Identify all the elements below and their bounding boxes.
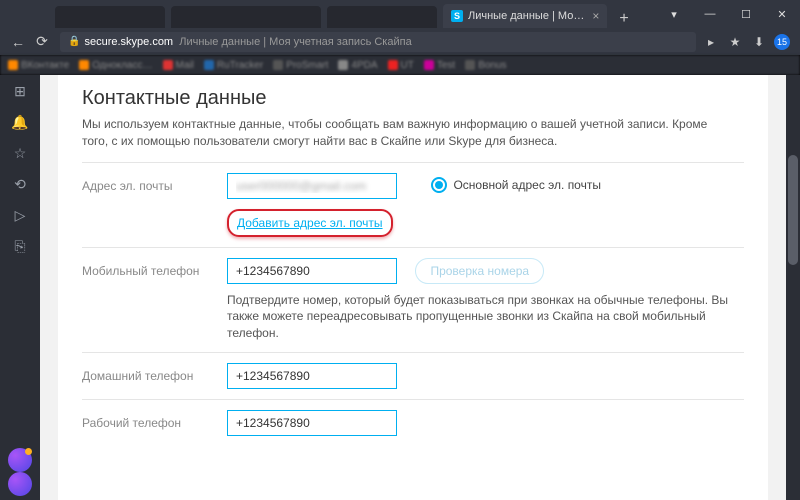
tab-title: Личные данные | Мо…	[468, 10, 584, 22]
skype-favicon: S	[451, 10, 463, 22]
maximize-icon[interactable]: ☐	[728, 0, 764, 28]
email-row: Адрес эл. почты Основной адрес эл. почты…	[82, 162, 744, 247]
mobile-note: Подтвердите номер, который будет показыв…	[227, 292, 744, 342]
browser-chrome: S Личные данные | Мо… × + ▾ — ☐ ✕ ← ⟳ 🔒 …	[0, 0, 800, 55]
radio-icon	[431, 177, 447, 193]
work-phone-input[interactable]	[227, 410, 397, 436]
bell-icon[interactable]: 🔔	[11, 114, 28, 131]
lock-icon: 🔒	[68, 36, 80, 47]
tab-inactive[interactable]	[171, 6, 321, 28]
bookmark-bar: ВКонтакте Однокласс… Mail RuTracker ProS…	[0, 55, 800, 75]
page-intro: Мы используем контактные данные, чтобы с…	[82, 116, 722, 150]
verify-number-button[interactable]: Проверка номера	[415, 258, 544, 284]
browser-side-rail: ⊞ 🔔 ☆ ⟲ ▷ ⎘	[0, 75, 40, 500]
avatar[interactable]	[8, 472, 32, 496]
star-icon[interactable]: ☆	[14, 145, 27, 162]
new-tab-button[interactable]: +	[611, 10, 636, 28]
page-title: Контактные данные	[82, 87, 744, 110]
bookmark-icon[interactable]: ★	[726, 33, 744, 51]
primary-email-radio[interactable]: Основной адрес эл. почты	[431, 177, 601, 193]
notification-dot	[25, 448, 32, 455]
tab-inactive[interactable]	[327, 6, 437, 28]
close-window-icon[interactable]: ✕	[764, 0, 800, 28]
download-icon[interactable]: ⬇	[750, 33, 768, 51]
content-card: Контактные данные Мы используем контактн…	[58, 75, 768, 500]
download-count-badge[interactable]: 15	[774, 34, 790, 50]
email-input[interactable]	[227, 173, 397, 199]
reload-button[interactable]: ⟳	[30, 30, 54, 54]
window-controls: ▾ — ☐ ✕	[656, 0, 800, 28]
home-phone-row: Домашний телефон	[82, 352, 744, 399]
back-button[interactable]: ←	[6, 30, 30, 54]
address-path: Личные данные | Моя учетная запись Скайп…	[173, 36, 412, 48]
extension-icon[interactable]: ▸	[702, 33, 720, 51]
home-phone-label: Домашний телефон	[82, 363, 227, 383]
add-email-link[interactable]: Добавить адрес эл. почты	[237, 216, 383, 230]
apps-icon[interactable]: ⊞	[14, 83, 26, 100]
window-dropdown-icon[interactable]: ▾	[656, 0, 692, 28]
scrollbar-thumb[interactable]	[788, 155, 798, 265]
email-label: Адрес эл. почты	[82, 173, 227, 193]
close-tab-icon[interactable]: ×	[592, 9, 599, 23]
work-phone-label: Рабочий телефон	[82, 410, 227, 430]
device-icon[interactable]: ⎘	[14, 238, 25, 255]
mobile-input[interactable]	[227, 258, 397, 284]
play-icon[interactable]: ▷	[15, 207, 26, 224]
tab-active[interactable]: S Личные данные | Мо… ×	[443, 4, 607, 28]
work-phone-row: Рабочий телефон	[82, 399, 744, 446]
address-domain: secure.skype.com	[84, 36, 173, 48]
add-email-highlight: Добавить адрес эл. почты	[227, 209, 393, 237]
home-phone-input[interactable]	[227, 363, 397, 389]
mobile-row: Мобильный телефон Проверка номера Подтве…	[82, 247, 744, 352]
tab-inactive[interactable]	[55, 6, 165, 28]
page-viewport: Контактные данные Мы используем контактн…	[40, 75, 786, 500]
primary-email-label: Основной адрес эл. почты	[453, 178, 601, 192]
address-row: ← ⟳ 🔒 secure.skype.com Личные данные | М…	[0, 28, 800, 55]
history-icon[interactable]: ⟲	[14, 176, 26, 193]
scrollbar-track[interactable]	[786, 75, 800, 500]
address-bar[interactable]: 🔒 secure.skype.com Личные данные | Моя у…	[60, 32, 696, 52]
minimize-icon[interactable]: —	[692, 0, 728, 28]
mobile-label: Мобильный телефон	[82, 258, 227, 278]
